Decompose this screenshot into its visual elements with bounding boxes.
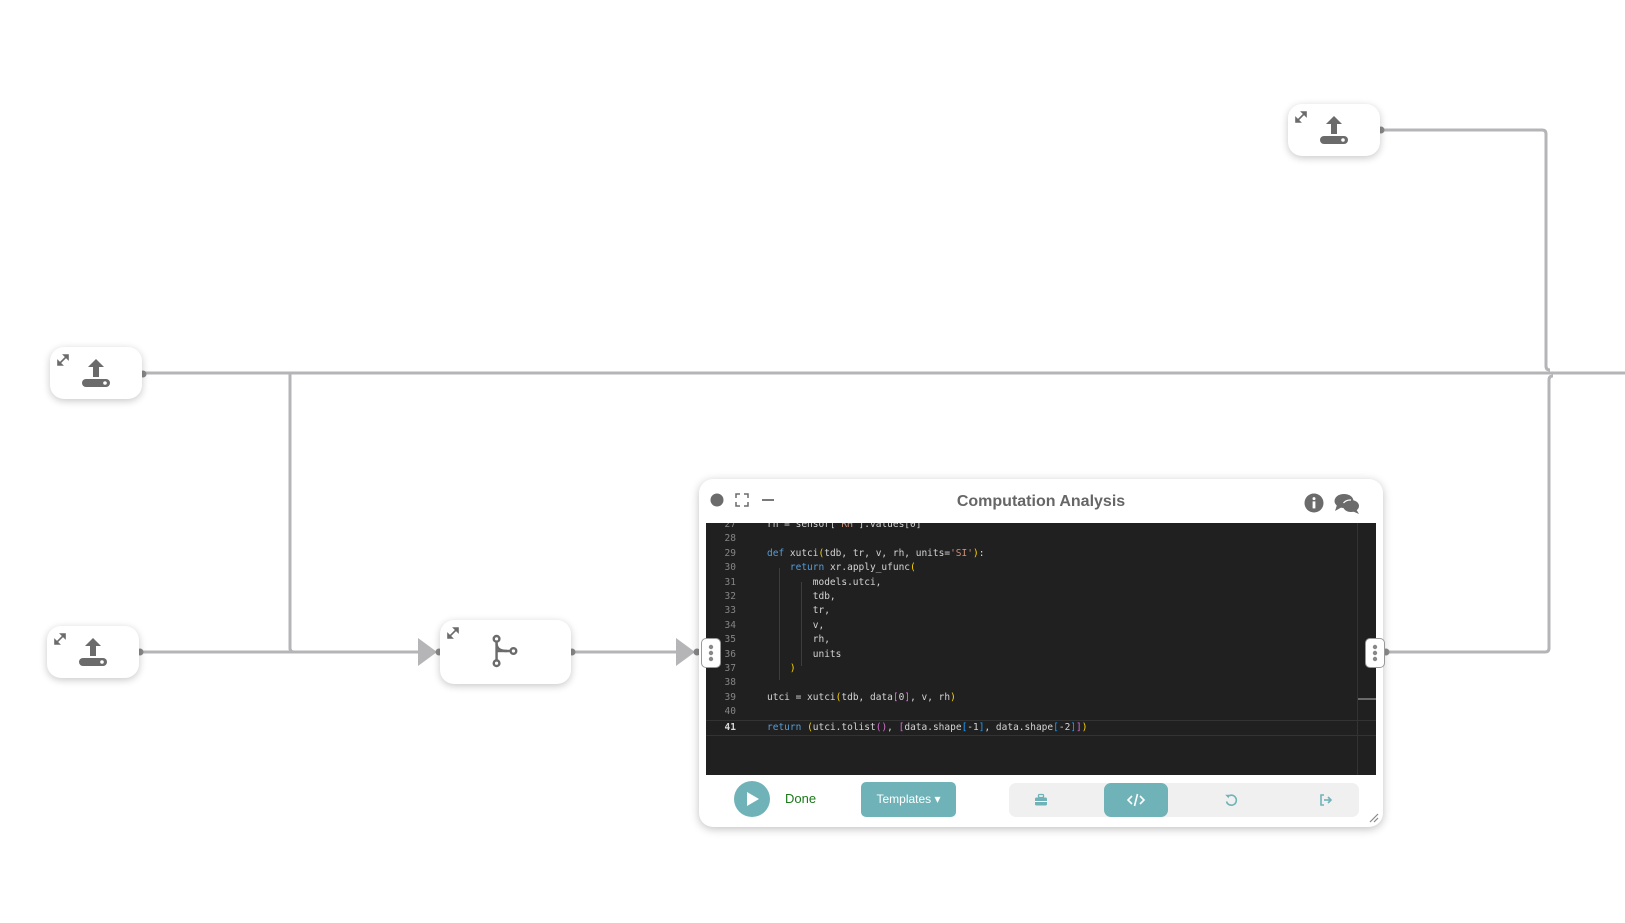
line-number: 29: [724, 547, 736, 559]
code-line[interactable]: 39 utci = xutci(tdb, data[0], v, rh): [706, 691, 1376, 705]
expand-icon[interactable]: [53, 632, 67, 646]
wire-top-node: [1381, 128, 1551, 372]
line-number: 27: [724, 523, 736, 530]
expand-icon[interactable]: [56, 353, 70, 367]
port-handle-icon: [708, 644, 714, 662]
code-text: return (utci.tolist(), [data.shape[-1], …: [767, 721, 1088, 733]
play-icon: [747, 792, 759, 806]
code-line[interactable]: 29 def xutci(tdb, tr, v, rh, units='SI'):: [706, 547, 1376, 561]
code-icon: [1127, 793, 1145, 807]
upload-node-bottom[interactable]: [47, 626, 139, 678]
panel-toolbar: [1009, 783, 1359, 817]
line-number: 34: [724, 619, 736, 631]
info-icon[interactable]: [1304, 493, 1324, 513]
expand-icon[interactable]: [446, 626, 460, 640]
code-line[interactable]: 35 rh,: [706, 633, 1376, 647]
input-port-handle[interactable]: [701, 638, 721, 668]
code-line[interactable]: 40: [706, 705, 1376, 719]
wire-arrow-2: [676, 638, 695, 666]
wire-arrow-1: [418, 638, 437, 666]
line-number: 40: [724, 706, 736, 718]
code-button[interactable]: [1104, 783, 1168, 817]
code-text: utci = xutci(tdb, data[0], v, rh): [767, 691, 956, 703]
computation-panel[interactable]: Computation Analysis 27 rh = sensor['RH']…: [699, 479, 1383, 827]
scrollbar-marker: [1358, 698, 1376, 700]
code-text: return xr.apply_ufunc(: [789, 562, 916, 574]
code-line[interactable]: 27 rh = sensor['RH'].values[0]: [706, 523, 1376, 532]
upload-node-top[interactable]: [1288, 104, 1380, 156]
output-port-handle[interactable]: [1365, 638, 1385, 668]
line-number: 33: [724, 605, 736, 617]
upload-icon: [1320, 116, 1348, 144]
code-line[interactable]: 32 tdb,: [706, 590, 1376, 604]
export-icon: [1320, 794, 1333, 806]
upload-icon: [82, 359, 110, 387]
line-number: 28: [724, 533, 736, 545]
code-text: models.utci,: [767, 576, 882, 588]
branch-icon: [492, 634, 518, 668]
code-line[interactable]: 36 units: [706, 648, 1376, 662]
panel-title: Computation Analysis: [956, 493, 1126, 510]
reset-button[interactable]: [1199, 783, 1263, 817]
run-status: Done: [785, 791, 817, 806]
code-editor[interactable]: 27 rh = sensor['RH'].values[0] 28 29 def xut…: [706, 523, 1376, 775]
code-line[interactable]: 38: [706, 676, 1376, 690]
code-text: tr,: [767, 605, 830, 617]
expand-icon[interactable]: [1294, 110, 1308, 124]
code-text: rh,: [767, 634, 830, 646]
code-text: ): [789, 663, 796, 674]
code-line[interactable]: 37 ): [706, 662, 1376, 676]
upload-node-middle[interactable]: [50, 347, 142, 399]
code-text: units: [767, 648, 842, 660]
code-text: tdb,: [767, 591, 836, 602]
code-line[interactable]: 34 v,: [706, 619, 1376, 633]
run-button[interactable]: [734, 781, 770, 817]
code-text: def xutci(tdb, tr, v, rh, units='SI'):: [767, 547, 985, 559]
code-text: v,: [767, 619, 825, 631]
code-line[interactable]: 33 tr,: [706, 604, 1376, 618]
code-line[interactable]: 28: [706, 532, 1376, 546]
code-text: rh = sensor['RH'].values[0]: [767, 523, 922, 530]
chat-icon[interactable]: [1334, 493, 1360, 515]
line-number: 32: [724, 591, 736, 602]
toolbox-button[interactable]: [1009, 783, 1073, 817]
line-number: 31: [724, 576, 736, 588]
line-number: 30: [724, 562, 736, 574]
export-button[interactable]: [1294, 783, 1358, 817]
line-number: 41: [724, 721, 736, 733]
line-number: 38: [724, 677, 736, 689]
code-line[interactable]: 41 return (utci.tolist(), [data.shape[-1]…: [706, 719, 1376, 736]
resize-handle-icon[interactable]: [1367, 811, 1379, 823]
wire-panel-output: [1386, 374, 1554, 654]
wire-left-branch: [288, 374, 425, 654]
code-line[interactable]: 30 return xr.apply_ufunc(: [706, 561, 1376, 575]
upload-icon: [79, 638, 107, 666]
reset-icon: [1225, 794, 1238, 806]
panel-titlebar[interactable]: Computation Analysis: [699, 479, 1383, 523]
branch-node[interactable]: [440, 620, 571, 684]
port-handle-icon: [1372, 644, 1378, 662]
code-line[interactable]: 31 models.utci,: [706, 576, 1376, 590]
line-number: 39: [724, 691, 736, 703]
toolbox-icon: [1035, 793, 1047, 806]
templates-dropdown[interactable]: Templates ▾: [861, 782, 956, 817]
